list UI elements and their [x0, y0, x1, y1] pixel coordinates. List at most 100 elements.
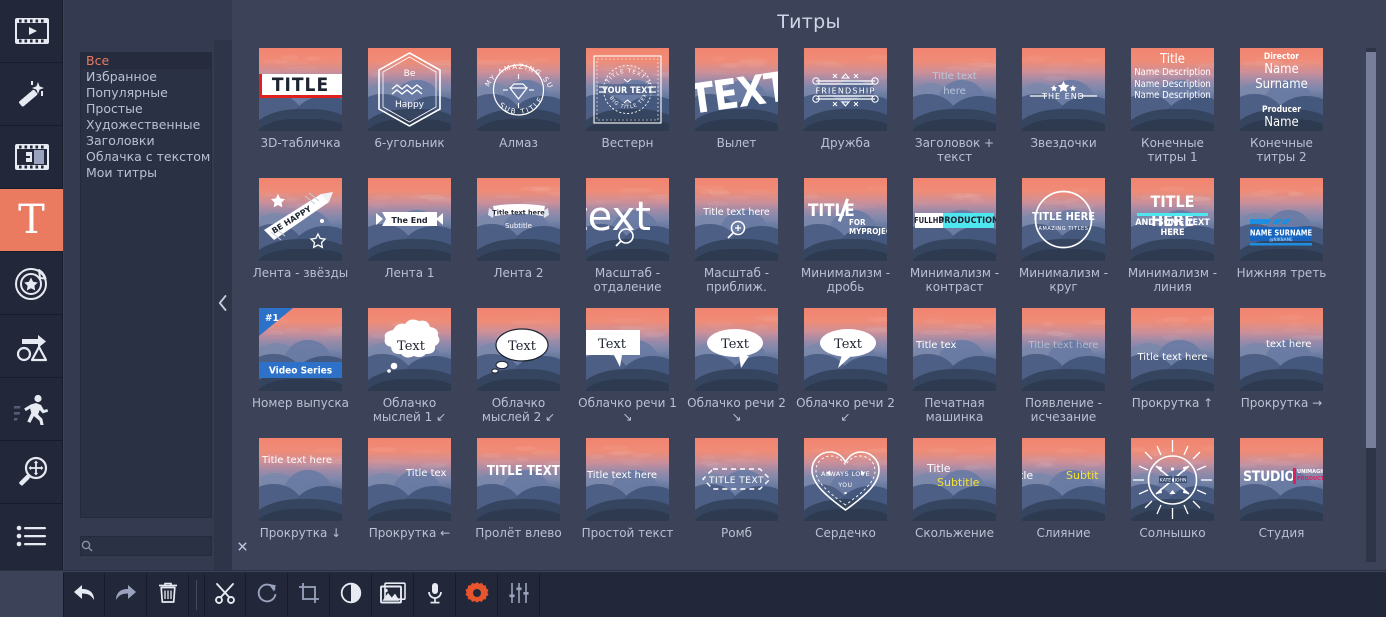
rail-button-import-media[interactable] [0, 0, 63, 63]
title-template-thumbnail[interactable]: Text [586, 308, 669, 391]
title-template-cell[interactable]: TITLE FOR MYPROJECT Минимализм - дробь [791, 178, 900, 308]
rail-button-titles[interactable]: T [0, 189, 63, 252]
rail-button-more-tools[interactable] [0, 504, 63, 567]
panel-collapse-handle[interactable] [214, 40, 232, 570]
rail-button-callouts[interactable] [0, 315, 63, 378]
title-template-thumbnail[interactable]: Title text here [259, 438, 342, 521]
category-item-popular[interactable]: Популярные [81, 85, 211, 101]
title-template-cell[interactable]: MY AMAZING SUMMER SUB TITLE Алмаз [464, 48, 573, 178]
title-template-cell[interactable]: itle Subtit Слияние [1009, 438, 1118, 568]
equalizer-button[interactable] [498, 573, 540, 617]
title-template-cell[interactable]: Title text here Прокрутка ↓ [246, 438, 355, 568]
scrollbar-thumb[interactable] [1366, 52, 1376, 448]
title-template-thumbnail[interactable]: THE END [1022, 48, 1105, 131]
title-template-cell[interactable]: TITLE HERE AMAZING TITLES Минимализм - кр… [1009, 178, 1118, 308]
category-list[interactable]: Все Избранное Популярные Простые Художес… [80, 52, 212, 518]
title-template-thumbnail[interactable]: TITLE [259, 48, 342, 131]
title-template-thumbnail[interactable]: STUDIO UNIMAGINABLE PRODUCTION [1240, 438, 1323, 521]
title-template-thumbnail[interactable]: Text [804, 308, 887, 391]
title-template-cell[interactable]: TITLE TEXT HERE BIG TITLE TEXT HERE YOUR… [573, 48, 682, 178]
title-template-thumbnail[interactable]: TITLE HERE AMAZING TITLES [1022, 178, 1105, 261]
title-template-cell[interactable]: TITLE TEXT Ромб [682, 438, 791, 568]
title-template-thumbnail[interactable]: BE HAPPY [259, 178, 342, 261]
rail-button-stickers[interactable] [0, 252, 63, 315]
title-template-thumbnail[interactable]: Text [695, 308, 778, 391]
title-template-cell[interactable]: Director Name Surname Producer Name Surn… [1227, 48, 1336, 178]
title-template-thumbnail[interactable]: TEXT [695, 48, 778, 131]
rotate-button[interactable] [246, 573, 288, 617]
title-template-thumbnail[interactable]: itle Subtit [1022, 438, 1105, 521]
title-template-thumbnail[interactable]: Text [477, 308, 560, 391]
category-item-simple[interactable]: Простые [81, 101, 211, 117]
title-template-cell[interactable]: text here Прокрутка → [1227, 308, 1336, 438]
title-template-thumbnail[interactable]: MY AMAZING SUMMER SUB TITLE [477, 48, 560, 131]
title-template-thumbnail[interactable]: TITLE TEXT H [477, 438, 560, 521]
category-item-callouts[interactable]: Облачка с текстом [81, 149, 211, 165]
title-template-cell[interactable]: NAME SURNAME @NIKNAME Нижняя треть [1227, 178, 1336, 308]
category-item-favorites[interactable]: Избранное [81, 69, 211, 85]
title-template-cell[interactable]: Text Облачко мыслей 2 ↙ [464, 308, 573, 438]
title-template-thumbnail[interactable]: The End [368, 178, 451, 261]
undo-button[interactable] [63, 573, 105, 617]
title-template-cell[interactable]: Title text here Появление - исчезание [1009, 308, 1118, 438]
split-button[interactable] [204, 573, 246, 617]
title-template-cell[interactable]: TITLE TEXT H Пролёт влево [464, 438, 573, 568]
title-template-thumbnail[interactable]: Title tex [368, 438, 451, 521]
crop-button[interactable] [288, 573, 330, 617]
delete-button[interactable] [147, 573, 189, 617]
title-template-thumbnail[interactable]: Title Subtitle [913, 438, 996, 521]
title-template-cell[interactable]: TEXT Вылет [682, 48, 791, 178]
category-item-headings[interactable]: Заголовки [81, 133, 211, 149]
title-template-thumbnail[interactable]: text [586, 178, 669, 261]
search-bar[interactable] [80, 536, 247, 556]
title-template-cell[interactable]: TITLE HERE AND SOME TEXT HERE Минимализм … [1118, 178, 1227, 308]
title-template-thumbnail[interactable]: Title text here Subtitle [477, 178, 560, 261]
category-item-all[interactable]: Все [81, 53, 211, 69]
title-template-cell[interactable]: Title tex Печатная машинка [900, 308, 1009, 438]
title-template-thumbnail[interactable]: FRIENDSHIP [804, 48, 887, 131]
title-template-cell[interactable]: KATE JOHN Солнышко [1118, 438, 1227, 568]
title-template-thumbnail[interactable]: TITLE TEXT [695, 438, 778, 521]
title-template-cell[interactable]: Be Happy 6-угольник [355, 48, 464, 178]
title-template-cell[interactable]: Title Name Description Name Description Na… [1118, 48, 1227, 178]
title-template-thumbnail[interactable]: Title text here [586, 438, 669, 521]
title-template-cell[interactable]: Title text here Заголовок + текст [900, 48, 1009, 178]
title-template-thumbnail[interactable]: NAME SURNAME @NIKNAME [1240, 178, 1323, 261]
category-item-my-titles[interactable]: Мои титры [81, 165, 211, 181]
rail-button-animation[interactable] [0, 378, 63, 441]
title-template-cell[interactable]: Title text here Subtitle Лента 2 [464, 178, 573, 308]
redo-button[interactable] [105, 573, 147, 617]
title-template-cell[interactable]: STUDIO UNIMAGINABLE PRODUCTION Студия [1227, 438, 1336, 568]
category-item-artistic[interactable]: Художественные [81, 117, 211, 133]
title-template-cell[interactable]: Title text here Масштаб - приближ. [682, 178, 791, 308]
title-template-thumbnail[interactable]: ALWAYS LOVE YOU [804, 438, 887, 521]
image-button[interactable] [372, 573, 414, 617]
title-template-cell[interactable]: TITLE 3D-табличка [246, 48, 355, 178]
title-template-cell[interactable]: Text Облачко речи 2 ↘ [682, 308, 791, 438]
title-template-cell[interactable]: #1 Video Series Номер выпуска [246, 308, 355, 438]
title-template-thumbnail[interactable]: TITLE TEXT HERE BIG TITLE TEXT HERE YOUR… [586, 48, 669, 131]
title-template-cell[interactable]: text Масштаб - отдаление [573, 178, 682, 308]
title-template-cell[interactable]: Title text here Прокрутка ↑ [1118, 308, 1227, 438]
title-template-cell[interactable]: FRIENDSHIP Дружба [791, 48, 900, 178]
title-template-thumbnail[interactable]: Title tex [913, 308, 996, 391]
title-template-cell[interactable]: THE END Звездочки [1009, 48, 1118, 178]
vertical-scrollbar[interactable] [1366, 48, 1376, 562]
title-template-cell[interactable]: Text Облачко речи 1 ↘ [573, 308, 682, 438]
title-template-thumbnail[interactable]: TITLE HERE AND SOME TEXT HERE [1131, 178, 1214, 261]
title-template-thumbnail[interactable]: Be Happy [368, 48, 451, 131]
title-template-cell[interactable]: ALWAYS LOVE YOU Сердечко [791, 438, 900, 568]
title-template-cell[interactable]: Text Облачко мыслей 1 ↙ [355, 308, 464, 438]
title-template-cell[interactable]: BE HAPPY Лента - звёзды [246, 178, 355, 308]
title-template-thumbnail[interactable]: KATE JOHN [1131, 438, 1214, 521]
title-template-thumbnail[interactable]: TITLE FOR MYPROJECT [804, 178, 887, 261]
properties-button[interactable] [456, 573, 498, 617]
title-template-thumbnail[interactable]: Director Name Surname Producer Name Surn… [1240, 48, 1323, 131]
title-template-thumbnail[interactable]: Title text here [1022, 308, 1105, 391]
title-template-thumbnail[interactable]: Title text here [695, 178, 778, 261]
title-template-thumbnail[interactable]: Text [368, 308, 451, 391]
color-button[interactable] [330, 573, 372, 617]
rail-button-effects[interactable] [0, 63, 63, 126]
title-template-cell[interactable]: Title tex Прокрутка ← [355, 438, 464, 568]
title-template-thumbnail[interactable]: Title text here [913, 48, 996, 131]
